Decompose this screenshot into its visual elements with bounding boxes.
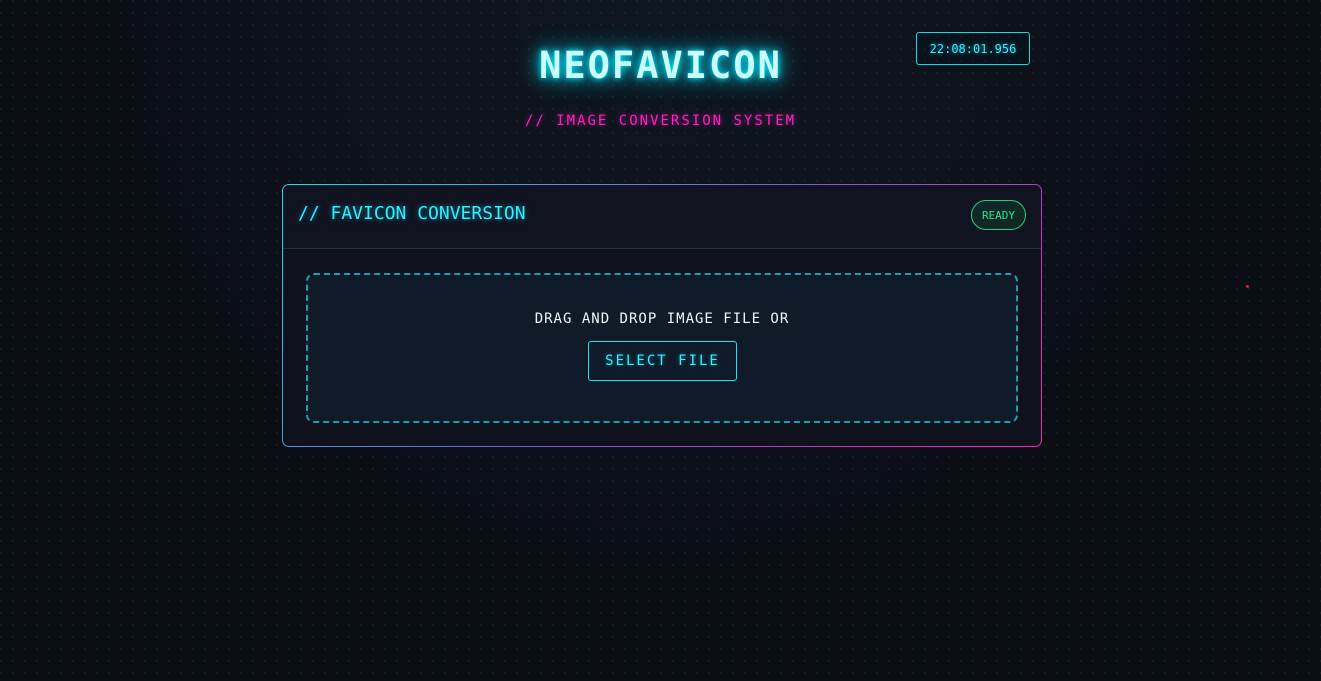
file-dropzone[interactable]: DRAG AND DROP IMAGE FILE OR SELECT FILE <box>306 273 1018 423</box>
panel-title: // FAVICON CONVERSION <box>298 203 526 224</box>
page-subtitle: // IMAGE CONVERSION SYSTEM <box>524 113 797 129</box>
panel-header: // FAVICON CONVERSION READY <box>283 185 1041 249</box>
dropzone-instructions: DRAG AND DROP IMAGE FILE OR <box>534 311 790 327</box>
status-dot <box>1246 285 1249 288</box>
conversion-panel-body: // FAVICON CONVERSION READY DRAG AND DRO… <box>283 185 1041 446</box>
clock-display: 22:08:01.956 <box>916 32 1030 65</box>
select-file-button[interactable]: SELECT FILE <box>588 341 737 381</box>
page-title: NEOFAVICON <box>539 44 782 87</box>
conversion-panel: // FAVICON CONVERSION READY DRAG AND DRO… <box>282 184 1042 447</box>
status-badge: READY <box>971 200 1026 230</box>
